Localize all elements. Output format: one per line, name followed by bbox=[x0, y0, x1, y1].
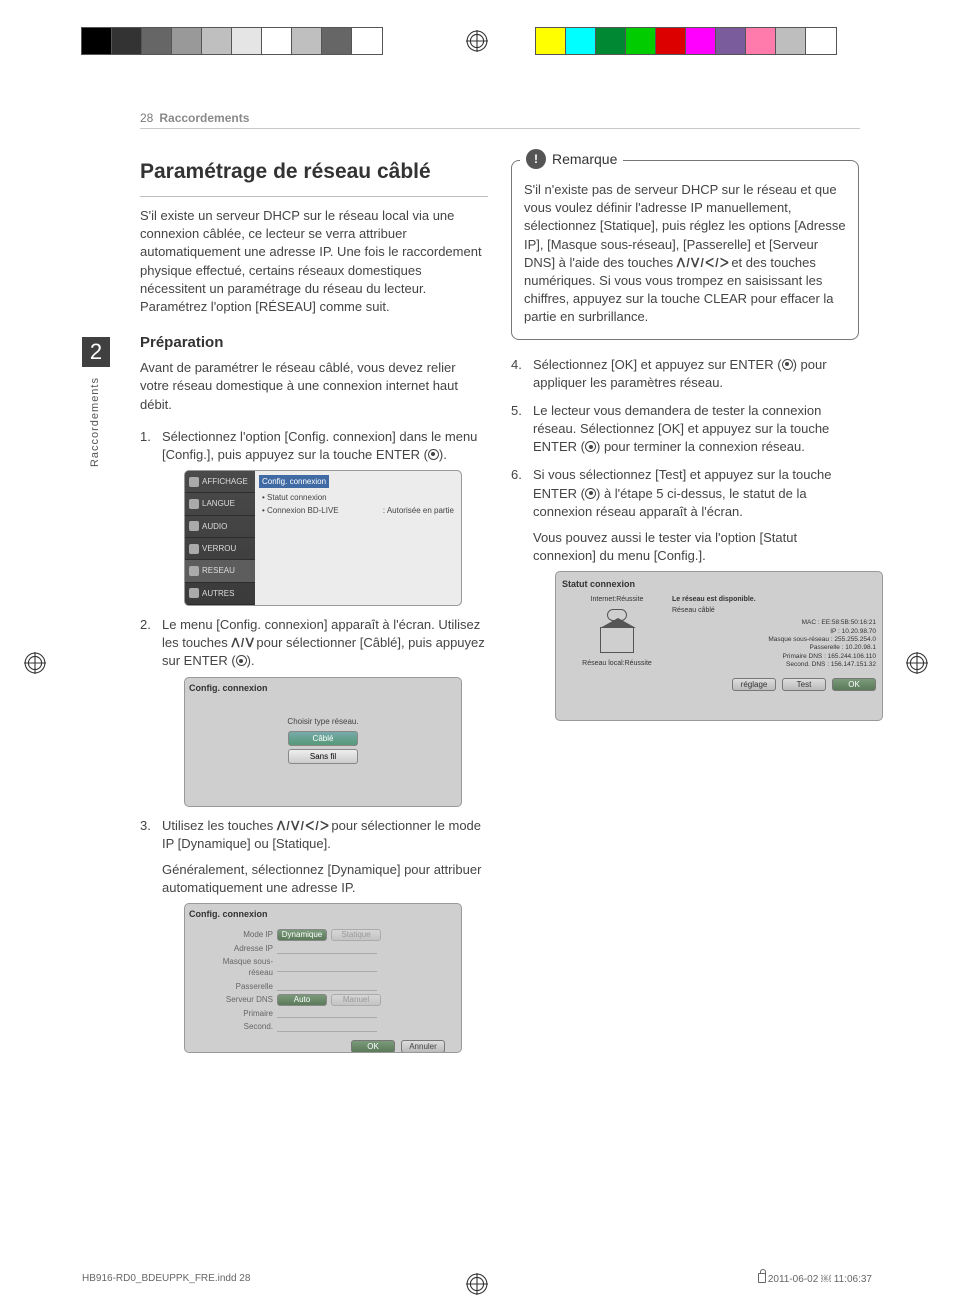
registration-mark-icon bbox=[906, 652, 928, 674]
lock-icon bbox=[189, 544, 199, 554]
running-head: 28 Raccordements bbox=[140, 111, 249, 125]
steps-list-left: Sélectionnez l'option [Config. connexion… bbox=[140, 428, 488, 1054]
remark-title: Remarque bbox=[552, 151, 617, 167]
others-icon bbox=[189, 588, 199, 598]
step-1: Sélectionnez l'option [Config. connexion… bbox=[140, 428, 488, 606]
registration-mark-icon bbox=[24, 652, 46, 674]
dialog-title: Statut connexion bbox=[562, 578, 876, 591]
ok-button: OK bbox=[351, 1040, 395, 1053]
test-button: Test bbox=[782, 678, 826, 691]
remark-box: ! Remarque S'il n'existe pas de serveur … bbox=[511, 160, 859, 340]
ok-button: OK bbox=[832, 678, 876, 691]
footer-filename: HB916-RD0_BDEUPPK_FRE.indd 28 bbox=[82, 1273, 250, 1285]
footer-timestamp: 2011-06-02 ￼ 11:06:37 bbox=[768, 1274, 872, 1285]
enter-icon bbox=[428, 449, 439, 460]
registration-bar-color bbox=[536, 28, 836, 54]
note-icon: ! bbox=[526, 149, 546, 169]
print-footer: HB916-RD0_BDEUPPK_FRE.indd 28 2011-06-02… bbox=[82, 1273, 872, 1285]
chapter-tab: 2 Raccordements bbox=[77, 337, 127, 467]
screenshot-config-menu: AFFICHAGE LANGUE AUDIO VERROU RESEAU AUT… bbox=[184, 470, 462, 606]
menu-highlight: Config. connexion bbox=[259, 475, 329, 488]
chapter-label: Raccordements bbox=[89, 377, 101, 467]
display-icon bbox=[189, 477, 199, 487]
steps-list-right: Sélectionnez [OK] et appuyez sur ENTER (… bbox=[511, 356, 859, 722]
direction-keys-icon: ᐱ / ᐯ bbox=[231, 636, 252, 650]
page-number: 28 bbox=[140, 111, 153, 125]
network-icon bbox=[189, 566, 199, 576]
preparation-body: Avant de paramétrer le réseau câblé, vou… bbox=[140, 359, 488, 414]
screenshot-connection-status: Statut connexion Internet:Réussite Résea… bbox=[555, 571, 883, 721]
lock-icon bbox=[758, 1273, 766, 1283]
step-3: Utilisez les touches ᐱ / ᐯ / ᐸ / ᐳ pour … bbox=[140, 817, 488, 1054]
section-title: Raccordements bbox=[159, 111, 249, 125]
step-6: Si vous sélectionnez [Test] et appuyez s… bbox=[511, 466, 859, 721]
audio-icon bbox=[189, 521, 199, 531]
step-5: Le lecteur vous demandera de tester la c… bbox=[511, 402, 859, 457]
direction-keys-icon: ᐱ / ᐯ / ᐸ / ᐳ bbox=[677, 256, 728, 270]
chapter-number: 2 bbox=[82, 337, 110, 367]
enter-icon bbox=[585, 441, 596, 452]
language-icon bbox=[189, 499, 199, 509]
settings-button: réglage bbox=[732, 678, 776, 691]
cancel-button: Annuler bbox=[401, 1040, 445, 1053]
registration-bar-gray bbox=[82, 28, 382, 54]
house-icon bbox=[600, 627, 634, 653]
option-wired: Câblé bbox=[288, 731, 358, 746]
screenshot-network-type: Config. connexion Choisir type réseau. C… bbox=[184, 677, 462, 807]
registration-mark-icon bbox=[466, 30, 488, 52]
dialog-title: Config. connexion bbox=[189, 908, 457, 921]
intro-paragraph: S'il existe un serveur DHCP sur le résea… bbox=[140, 207, 488, 316]
enter-icon bbox=[585, 488, 596, 499]
enter-icon bbox=[236, 655, 247, 666]
option-wireless: Sans fil bbox=[288, 749, 358, 764]
page-title: Paramétrage de réseau câblé bbox=[140, 160, 488, 184]
step-4: Sélectionnez [OK] et appuyez sur ENTER (… bbox=[511, 356, 859, 392]
title-rule bbox=[140, 196, 488, 197]
step-2: Le menu [Config. connexion] apparaît à l… bbox=[140, 616, 488, 807]
preparation-heading: Préparation bbox=[140, 334, 488, 351]
direction-keys-icon: ᐱ / ᐯ / ᐸ / ᐳ bbox=[277, 819, 328, 833]
dialog-label: Choisir type réseau. bbox=[189, 716, 457, 727]
dialog-title: Config. connexion bbox=[189, 682, 457, 695]
screenshot-ip-mode: Config. connexion Mode IPDynamiqueStatiq… bbox=[184, 903, 462, 1053]
enter-icon bbox=[782, 359, 793, 370]
header-rule bbox=[140, 128, 860, 129]
